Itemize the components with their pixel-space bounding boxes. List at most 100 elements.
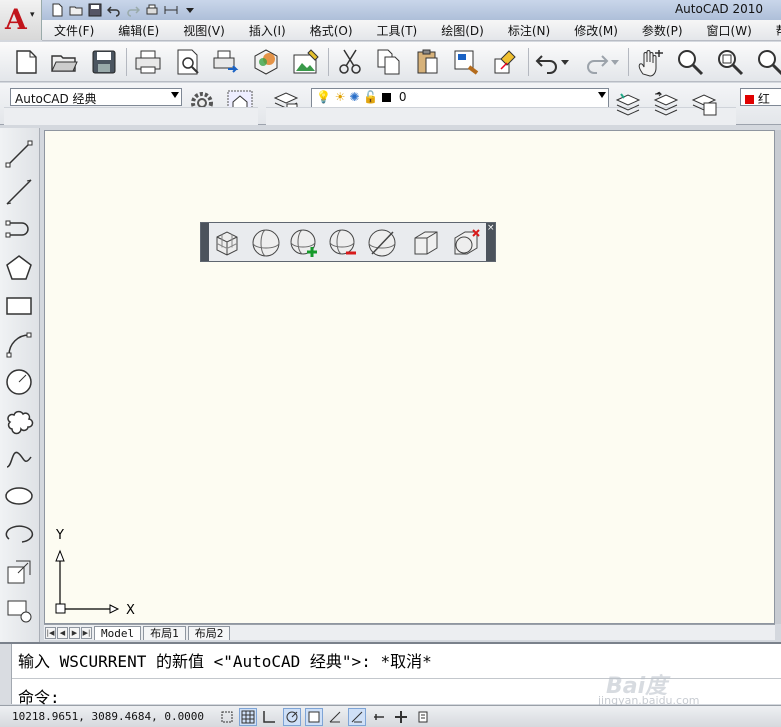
layer-states-icon[interactable] (688, 87, 720, 119)
ellipse-icon[interactable] (3, 480, 35, 512)
save-icon[interactable] (88, 46, 120, 78)
tab-layout2[interactable]: 布局2 (187, 625, 231, 640)
last-tab-icon[interactable]: ▶| (81, 626, 92, 639)
polygon-icon[interactable] (3, 252, 35, 284)
menu-help[interactable]: 帮助 (764, 22, 781, 39)
menu-view[interactable]: 视图(V) (171, 22, 237, 39)
ortho-mode-icon[interactable] (260, 708, 278, 726)
zoom-realtime-icon[interactable] (674, 46, 706, 78)
arc-icon[interactable] (3, 328, 35, 360)
insert-block-icon[interactable] (3, 556, 35, 588)
redo-list-chevron-icon[interactable] (608, 46, 622, 78)
menu-window[interactable]: 窗口(W) (695, 22, 764, 39)
layer-select[interactable]: 💡 ☀ ✺ 🔓 0 (311, 88, 609, 108)
ellipse-arc-icon[interactable] (3, 518, 35, 550)
block-editor-icon[interactable] (490, 46, 522, 78)
dynamic-input-icon[interactable] (392, 708, 410, 726)
vertical-scrollbar[interactable] (775, 130, 781, 624)
close-icon[interactable]: × (486, 223, 495, 261)
object-snap-icon[interactable] (305, 708, 323, 726)
cut-icon[interactable] (334, 46, 366, 78)
layer-previous-icon[interactable] (650, 87, 682, 119)
match-properties-icon[interactable] (450, 46, 482, 78)
pan-icon[interactable] (634, 46, 666, 78)
publish-icon[interactable] (210, 46, 242, 78)
spline-icon[interactable] (3, 442, 35, 474)
drawing-canvas[interactable] (44, 130, 775, 624)
toolbar-grip-handle[interactable] (201, 223, 209, 261)
polar-tracking-icon[interactable] (283, 708, 301, 726)
menu-dimension[interactable]: 标注(N) (496, 22, 562, 39)
quick-access-toolbar (44, 1, 199, 19)
3d-view-box-icon[interactable] (409, 226, 443, 260)
3d-dwf-icon[interactable] (250, 46, 282, 78)
zoom-window-icon[interactable] (714, 46, 746, 78)
menu-draw[interactable]: 绘图(D) (429, 22, 496, 39)
menu-modify[interactable]: 修改(M) (562, 22, 630, 39)
prev-tab-icon[interactable]: ◀ (57, 626, 68, 639)
circle-icon[interactable] (3, 366, 35, 398)
disable-orbit-icon[interactable] (365, 226, 399, 260)
qredo-icon[interactable] (124, 1, 142, 19)
qmore-icon[interactable] (181, 1, 199, 19)
close-view-icon[interactable] (449, 226, 483, 260)
menu-tools[interactable]: 工具(T) (365, 22, 430, 39)
new-icon[interactable] (10, 46, 42, 78)
make-object-layer-current-icon[interactable] (612, 87, 644, 119)
grid-display-icon[interactable] (239, 708, 257, 726)
undo-list-chevron-icon[interactable] (558, 46, 572, 78)
qsave-icon[interactable] (86, 1, 104, 19)
command-window-grip[interactable] (0, 644, 12, 704)
sun-icon: ☀ (334, 90, 346, 104)
zoom-previous-icon[interactable] (752, 46, 781, 78)
paste-icon[interactable] (412, 46, 444, 78)
app-title: AutoCAD 2010 (674, 2, 763, 16)
command-history: 输入 WSCURRENT 的新值 <"AutoCAD 经典">: *取消* (18, 652, 432, 671)
application-menu-button[interactable]: A ▾ (0, 0, 42, 40)
plot-preview-icon[interactable] (172, 46, 204, 78)
make-block-icon[interactable] (3, 594, 35, 626)
chevron-down-icon (171, 92, 179, 98)
copy-icon[interactable] (372, 46, 404, 78)
3d-object-snap-icon[interactable] (326, 708, 344, 726)
menu-format[interactable]: 格式(O) (298, 22, 365, 39)
qnew-icon[interactable] (48, 1, 66, 19)
dynamic-ucs-icon[interactable] (370, 708, 388, 726)
tab-model[interactable]: Model (94, 625, 142, 640)
3d-pan-cube-icon[interactable] (210, 226, 244, 260)
first-tab-icon[interactable]: |◀ (45, 626, 56, 639)
rectangle-icon[interactable] (3, 290, 35, 322)
ucs-x-label: X (126, 603, 135, 617)
menu-parametric[interactable]: 参数(P) (630, 22, 695, 39)
qdim-icon[interactable] (162, 1, 180, 19)
infer-constraints-icon[interactable] (218, 708, 236, 726)
color-control-select[interactable]: 红 (740, 88, 781, 106)
workspace-select[interactable]: AutoCAD 经典 (10, 88, 182, 106)
object-snap-tracking-icon[interactable] (348, 708, 366, 726)
color-swatch-icon (745, 95, 754, 104)
menu-file[interactable]: 文件(F) (42, 22, 106, 39)
tab-layout1[interactable]: 布局1 (143, 625, 186, 640)
revision-cloud-icon[interactable] (3, 404, 35, 436)
polyline-icon[interactable] (3, 214, 35, 246)
next-tab-icon[interactable]: ▶ (69, 626, 80, 639)
coordinate-readout[interactable]: 10218.9651, 3089.4684, 0.0000 (12, 710, 204, 723)
zoom-out-orbit-icon[interactable] (326, 226, 360, 260)
plot-icon[interactable] (132, 46, 164, 78)
3d-navigation-toolbar[interactable]: × (200, 222, 496, 262)
title-bar: AutoCAD 2010 (0, 0, 781, 20)
qplot-icon[interactable] (143, 1, 161, 19)
line-icon[interactable] (3, 138, 35, 170)
zoom-in-orbit-icon[interactable] (287, 226, 321, 260)
status-bar: 10218.9651, 3089.4684, 0.0000 (0, 705, 781, 727)
construction-line-icon[interactable] (3, 176, 35, 208)
qundo-icon[interactable] (105, 1, 123, 19)
lock-icon: 🔓 (363, 90, 379, 104)
qopen-icon[interactable] (67, 1, 85, 19)
3d-orbit-icon[interactable] (249, 226, 283, 260)
menu-insert[interactable]: 插入(I) (237, 22, 298, 39)
design-web-icon[interactable] (290, 46, 322, 78)
menu-edit[interactable]: 编辑(E) (106, 22, 171, 39)
open-icon[interactable] (48, 46, 80, 78)
lineweight-icon[interactable] (414, 708, 432, 726)
